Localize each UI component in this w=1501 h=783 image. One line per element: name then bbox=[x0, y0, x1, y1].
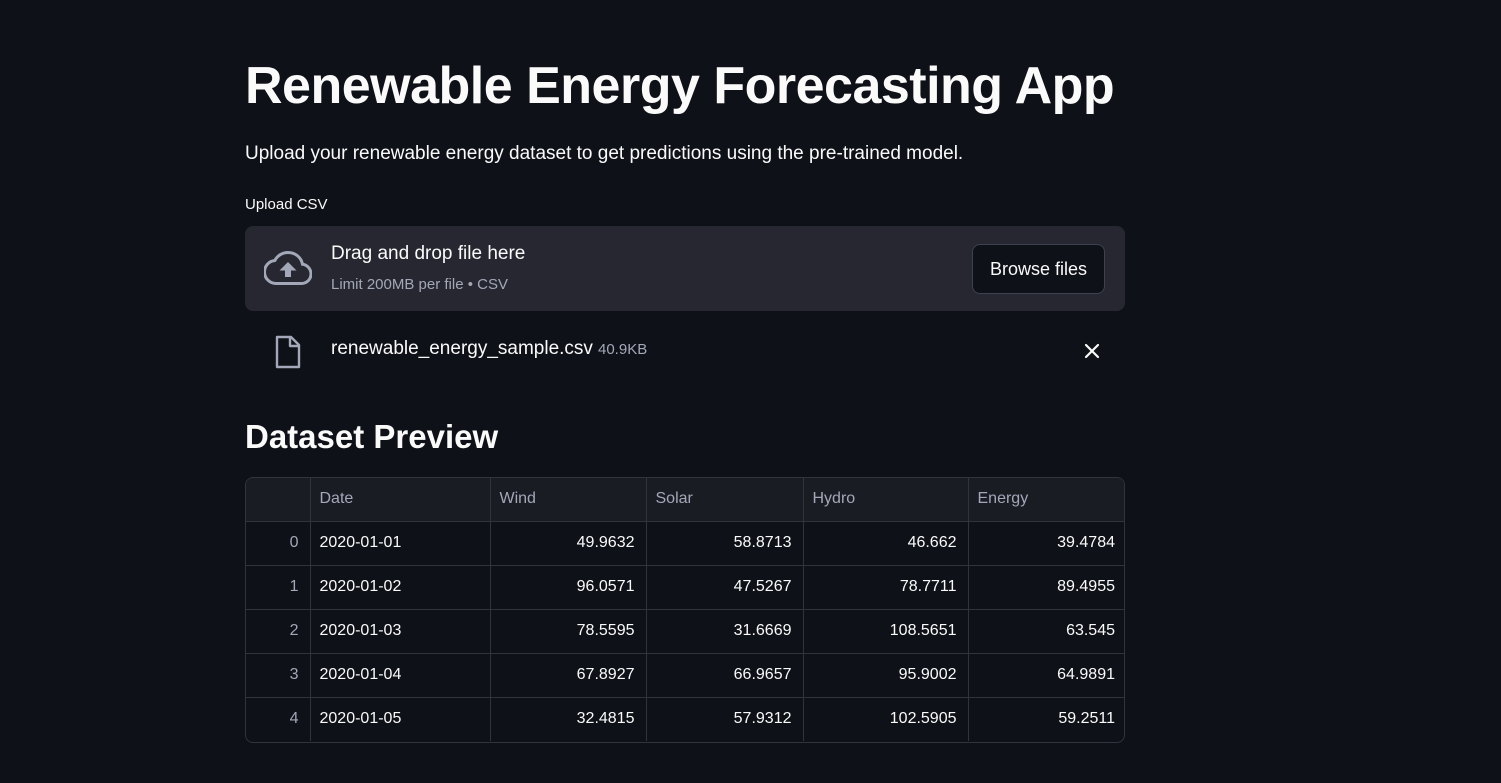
column-header-wind[interactable]: Wind bbox=[490, 478, 647, 522]
cell-energy[interactable]: 63.545 bbox=[968, 609, 1124, 654]
upload-label: Upload CSV bbox=[245, 196, 328, 213]
table-row: 0 2020-01-01 49.9632 58.8713 46.662 39.4… bbox=[246, 521, 1124, 566]
browse-files-button[interactable]: Browse files bbox=[972, 244, 1105, 294]
column-header-date[interactable]: Date bbox=[310, 478, 491, 522]
cell-hydro[interactable]: 46.662 bbox=[803, 521, 969, 566]
page-subtitle: Upload your renewable energy dataset to … bbox=[245, 143, 964, 164]
upload-limit-text: Limit 200MB per file • CSV bbox=[331, 276, 508, 293]
cell-wind[interactable]: 96.0571 bbox=[490, 565, 647, 610]
cell-date[interactable]: 2020-01-03 bbox=[310, 609, 491, 654]
table-header-row: Date Wind Solar Hydro Energy bbox=[246, 478, 1124, 522]
row-index: 1 bbox=[246, 565, 311, 610]
row-index: 2 bbox=[246, 609, 311, 654]
table-row: 3 2020-01-04 67.8927 66.9657 95.9002 64.… bbox=[246, 653, 1124, 698]
cell-solar[interactable]: 66.9657 bbox=[646, 653, 804, 698]
uploaded-file-name: renewable_energy_sample.csv bbox=[331, 338, 593, 359]
cell-date[interactable]: 2020-01-05 bbox=[310, 697, 491, 741]
cell-solar[interactable]: 31.6669 bbox=[646, 609, 804, 654]
cell-hydro[interactable]: 108.5651 bbox=[803, 609, 969, 654]
cell-solar[interactable]: 57.9312 bbox=[646, 697, 804, 741]
cell-date[interactable]: 2020-01-02 bbox=[310, 565, 491, 610]
row-index: 4 bbox=[246, 697, 311, 741]
cell-wind[interactable]: 67.8927 bbox=[490, 653, 647, 698]
cell-hydro[interactable]: 95.9002 bbox=[803, 653, 969, 698]
cell-hydro[interactable]: 78.7711 bbox=[803, 565, 969, 610]
cell-energy[interactable]: 59.2511 bbox=[968, 697, 1124, 741]
cell-solar[interactable]: 58.8713 bbox=[646, 521, 804, 566]
cell-wind[interactable]: 49.9632 bbox=[490, 521, 647, 566]
cell-hydro[interactable]: 102.5905 bbox=[803, 697, 969, 741]
cell-date[interactable]: 2020-01-01 bbox=[310, 521, 491, 566]
cell-wind[interactable]: 32.4815 bbox=[490, 697, 647, 741]
file-icon bbox=[275, 335, 301, 369]
dataset-preview-title: Dataset Preview bbox=[245, 418, 499, 455]
cell-date[interactable]: 2020-01-04 bbox=[310, 653, 491, 698]
uploaded-file-size: 40.9KB bbox=[598, 341, 648, 358]
cell-energy[interactable]: 64.9891 bbox=[968, 653, 1124, 698]
column-header-energy[interactable]: Energy bbox=[968, 478, 1124, 522]
cell-solar[interactable]: 47.5267 bbox=[646, 565, 804, 610]
row-index: 0 bbox=[246, 521, 311, 566]
table-row: 2 2020-01-03 78.5595 31.6669 108.5651 63… bbox=[246, 609, 1124, 654]
page-title: Renewable Energy Forecasting App bbox=[245, 57, 1115, 115]
table-row: 1 2020-01-02 96.0571 47.5267 78.7711 89.… bbox=[246, 565, 1124, 610]
column-header-hydro[interactable]: Hydro bbox=[803, 478, 969, 522]
table-row: 4 2020-01-05 32.4815 57.9312 102.5905 59… bbox=[246, 697, 1124, 741]
cloud-upload-icon bbox=[264, 251, 312, 285]
uploaded-file-row: renewable_energy_sample.csv 40.9KB bbox=[245, 330, 1125, 370]
drop-instruction: Drag and drop file here bbox=[331, 243, 526, 264]
row-index: 3 bbox=[246, 653, 311, 698]
dataset-preview-table[interactable]: Date Wind Solar Hydro Energy 0 2020-01-0… bbox=[245, 477, 1125, 743]
cell-wind[interactable]: 78.5595 bbox=[490, 609, 647, 654]
cell-energy[interactable]: 39.4784 bbox=[968, 521, 1124, 566]
close-icon[interactable] bbox=[1083, 342, 1101, 360]
cell-energy[interactable]: 89.4955 bbox=[968, 565, 1124, 610]
file-dropzone[interactable]: Drag and drop file here Limit 200MB per … bbox=[245, 226, 1125, 311]
column-header-index[interactable] bbox=[246, 478, 311, 522]
column-header-solar[interactable]: Solar bbox=[646, 478, 804, 522]
